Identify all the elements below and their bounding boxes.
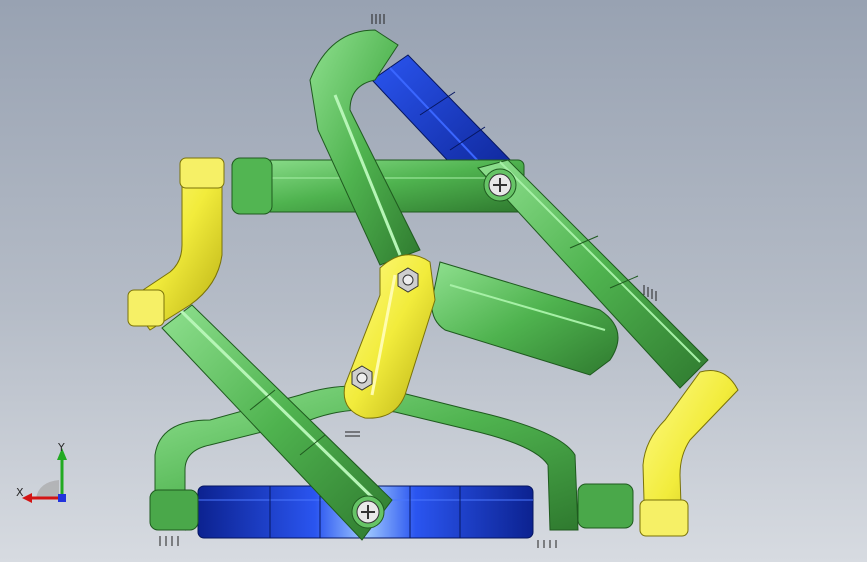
yellow-leg-left[interactable] xyxy=(127,157,225,331)
yellow-link-center[interactable] xyxy=(343,254,436,419)
model-viewport[interactable]: X Y xyxy=(0,0,867,562)
axis-y-label: Y xyxy=(58,441,65,454)
assembly-model[interactable] xyxy=(0,0,867,562)
axis-x-label: X xyxy=(16,486,24,499)
yellow-leg-right[interactable] xyxy=(639,370,739,537)
axis-triad-icon xyxy=(22,448,67,503)
screw-icon xyxy=(356,500,380,524)
screw-icon xyxy=(488,173,512,197)
